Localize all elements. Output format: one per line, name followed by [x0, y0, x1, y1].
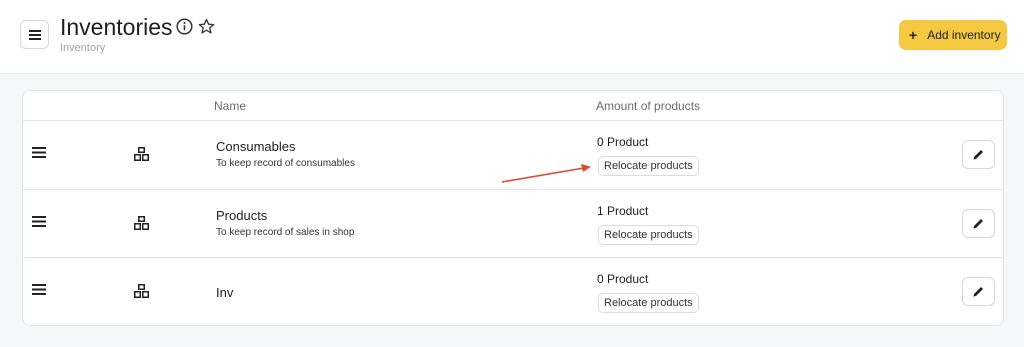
table-row: Products To keep record of sales in shop…: [23, 189, 1003, 257]
info-icon[interactable]: [176, 18, 193, 35]
pencil-icon: [973, 219, 983, 229]
add-inventory-label: Add inventory: [927, 28, 1001, 42]
column-header-name: Name: [214, 99, 247, 113]
table-row: Inv 0 Product Relocate products: [23, 257, 1003, 325]
edit-button[interactable]: [962, 140, 995, 169]
relocate-products-button[interactable]: Relocate products: [598, 156, 699, 176]
boxes-icon: [134, 216, 149, 230]
inventory-table: Name Amount of products Consumables To k…: [22, 90, 1004, 326]
relocate-products-button[interactable]: Relocate products: [598, 225, 699, 245]
product-amount: 1 Product: [597, 204, 649, 218]
drag-handle-icon[interactable]: [32, 284, 46, 295]
table-row: Consumables To keep record of consumable…: [23, 120, 1003, 189]
inventory-description: To keep record of consumables: [216, 158, 355, 169]
hamburger-icon: [28, 29, 41, 40]
drag-handle-icon[interactable]: [32, 216, 46, 227]
page-title: Inventories: [60, 14, 173, 40]
column-header-amount: Amount of products: [596, 99, 701, 113]
page-subtitle: Inventory: [60, 42, 106, 54]
menu-toggle-button[interactable]: [20, 20, 49, 49]
inventory-description: To keep record of sales in shop: [216, 227, 355, 238]
inventory-name: Inv: [216, 285, 234, 300]
boxes-icon: [134, 147, 149, 161]
edit-button[interactable]: [962, 209, 995, 238]
page-header: Inventories Inventory + Add inventory: [0, 0, 1024, 74]
plus-icon: +: [909, 27, 918, 43]
inventory-name: Products: [216, 208, 268, 223]
drag-handle-icon[interactable]: [32, 147, 46, 158]
pencil-icon: [973, 150, 983, 160]
boxes-icon: [134, 284, 149, 298]
inventory-name: Consumables: [216, 139, 296, 154]
product-amount: 0 Product: [597, 272, 649, 286]
relocate-products-button[interactable]: Relocate products: [598, 293, 699, 313]
star-icon[interactable]: [198, 18, 215, 35]
pencil-icon: [973, 287, 983, 297]
product-amount: 0 Product: [597, 135, 649, 149]
add-inventory-button[interactable]: + Add inventory: [899, 20, 1007, 50]
edit-button[interactable]: [962, 277, 995, 306]
